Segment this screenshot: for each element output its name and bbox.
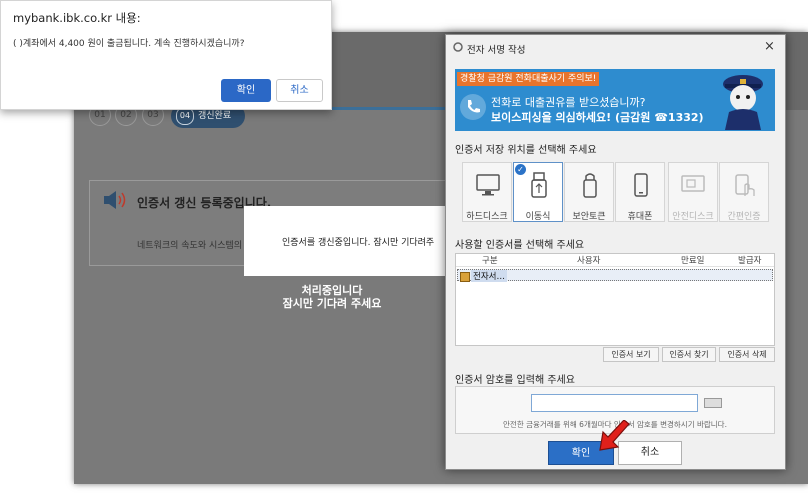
- location-label: 휴대폰: [627, 212, 653, 222]
- view-cert-button[interactable]: 인증서 보기: [603, 347, 659, 362]
- banner-line-2: 보이스피싱을 의심하세요! (금감원 ☎1332): [491, 111, 704, 124]
- cert-section-title: 사용할 인증서를 선택해 주세요: [455, 240, 585, 251]
- close-icon[interactable]: ×: [764, 39, 775, 54]
- e-signature-dialog: 전자 서명 작성 × 경찰청 금감원 전화대출사기 주의보! 전화로 대출권유를…: [445, 34, 786, 470]
- location-safe-disk[interactable]: 안전디스크: [668, 162, 718, 222]
- processing-message: 처리중입니다 잠시만 기다려 주세요: [252, 284, 412, 310]
- alert-ok-button[interactable]: 확인: [221, 79, 271, 102]
- red-arrow-icon: [599, 420, 630, 451]
- col-user: 사용자: [577, 256, 601, 266]
- certificate-icon: [460, 272, 470, 282]
- app-icon: [453, 42, 463, 52]
- monitor-icon: [476, 174, 500, 196]
- pw-section-title: 인증서 암호를 입력해 주세요: [455, 375, 575, 386]
- table-row[interactable]: 전자서…: [457, 269, 773, 282]
- banner-line-1: 전화로 대출권유를 받으셨습니까?: [491, 96, 646, 109]
- processing-line-2: 잠시만 기다려 주세요: [282, 297, 382, 310]
- confirm-dialog: mybank.ibk.co.kr 내용: ( )계좌에서 4,400 원이 출금…: [0, 0, 332, 110]
- col-type: 구분: [482, 256, 498, 266]
- location-harddisk[interactable]: 하드디스크: [462, 162, 512, 222]
- phone-icon: [634, 173, 648, 197]
- renewing-message: 인증서를 갱신중입니다. 잠시만 기다려주: [282, 238, 435, 248]
- location-label: 하드디스크: [466, 212, 508, 222]
- banner-warning-tag: 경찰청 금감원 전화대출사기 주의보!: [457, 72, 600, 86]
- police-mascot-icon: [723, 75, 763, 130]
- virtual-keyboard-icon[interactable]: [704, 398, 722, 408]
- hand-icon: [735, 174, 755, 196]
- location-label: 안전디스크: [672, 212, 714, 222]
- alert-message: ( )계좌에서 4,400 원이 출금됩니다. 계속 진행하시겠습니까?: [13, 39, 245, 49]
- processing-line-1: 처리중입니다: [301, 284, 363, 297]
- renew-subtitle: 네트워크의 속도와 시스템의: [137, 241, 243, 251]
- location-label: 보안토큰: [572, 212, 606, 222]
- dialog-title: 전자 서명 작성: [467, 45, 526, 56]
- alert-origin: mybank.ibk.co.kr 내용:: [13, 11, 141, 25]
- safe-disk-icon: [681, 175, 705, 192]
- token-icon: [583, 173, 597, 198]
- speaker-icon: [104, 191, 126, 209]
- certificate-list[interactable]: 구분 사용자 만료일 발급자 전자서…: [455, 253, 775, 346]
- location-simple-auth[interactable]: 간편인증: [719, 162, 769, 222]
- find-cert-button[interactable]: 인증서 찾기: [662, 347, 716, 362]
- step-04-label: 갱신완료: [198, 111, 232, 121]
- location-mobile[interactable]: 휴대폰: [615, 162, 665, 222]
- location-removable[interactable]: ✓ 이동식: [513, 162, 563, 222]
- cert-list-header: 구분 사용자 만료일 발급자: [456, 254, 774, 267]
- phone-call-icon: [460, 94, 486, 120]
- usb-icon: [531, 172, 547, 198]
- password-input[interactable]: [531, 394, 698, 412]
- cert-type-cell: 전자서…: [471, 270, 507, 282]
- renewing-message-box: 인증서를 갱신중입니다. 잠시만 기다려주: [244, 206, 448, 276]
- location-security-token[interactable]: 보안토큰: [564, 162, 614, 222]
- location-label: 이동식: [525, 212, 551, 222]
- col-expiry: 만료일: [681, 256, 705, 266]
- location-section-title: 인증서 저장 위치를 선택해 주세요: [455, 145, 597, 156]
- voice-phishing-banner[interactable]: 경찰청 금감원 전화대출사기 주의보! 전화로 대출권유를 받으셨습니까? 보이…: [455, 69, 775, 131]
- delete-cert-button[interactable]: 인증서 삭제: [719, 347, 775, 362]
- col-issuer: 발급자: [738, 256, 762, 266]
- location-label: 간편인증: [727, 212, 761, 222]
- alert-cancel-button[interactable]: 취소: [276, 79, 323, 102]
